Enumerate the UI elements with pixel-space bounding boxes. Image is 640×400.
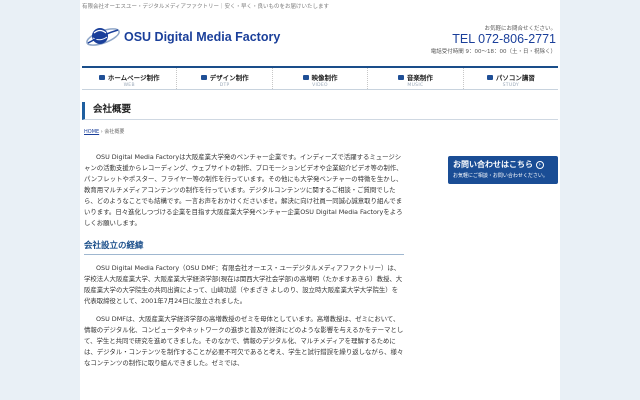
nav-sublabel: DTP xyxy=(219,83,230,88)
monitor-icon xyxy=(397,75,404,80)
nav-sublabel: MUSIC xyxy=(407,83,424,88)
nav-item-music[interactable]: 音楽制作 MUSIC xyxy=(368,68,464,89)
logo-text: OSU Digital Media Factory xyxy=(124,30,281,44)
history-paragraph-1: OSU Digital Media Factory（OSU DMF：有限会社オー… xyxy=(84,264,403,305)
monitor-icon xyxy=(486,75,493,80)
nav-item-video[interactable]: 映像制作 VIDEO xyxy=(273,68,369,89)
page-title-bar: 会社概要 xyxy=(82,102,558,120)
contact-subtitle: お気軽にご相談・お問い合わせください。 xyxy=(453,173,548,179)
nav-label: ホームページ制作 xyxy=(107,74,160,82)
page-title: 会社概要 xyxy=(93,104,132,115)
breadcrumb: HOME › 会社概要 xyxy=(84,128,124,135)
nav-item-dtp[interactable]: デザイン制作 DTP xyxy=(177,68,273,89)
contact-prompt: お気軽にお問合せください。 xyxy=(484,26,556,32)
breadcrumb-home-link[interactable]: HOME xyxy=(84,129,99,135)
history-paragraph-2: OSU DMFは、大阪産業大学経済学部の高増教授のゼミを母体としています。高増教… xyxy=(84,315,404,367)
arrow-right-icon: › xyxy=(535,161,544,169)
nav-label: 音楽制作 xyxy=(406,74,433,82)
nav-label: デザイン制作 xyxy=(209,74,249,82)
nav-item-study[interactable]: パソコン講習 STUDY xyxy=(464,68,558,89)
contact-button[interactable]: お問い合わせはこちら › お気軽にご相談・お問い合わせください。 xyxy=(448,156,558,184)
nav-label: 映像制作 xyxy=(311,74,338,82)
site-logo[interactable]: OSU Digital Media Factory xyxy=(84,24,280,50)
section-heading: 会社設立の経緯 xyxy=(84,239,404,255)
main-nav: ホームページ制作 WEB デザイン制作 DTP 映像制作 VIDEO 音楽制作 … xyxy=(82,66,558,90)
contact-title: お問い合わせはこちら xyxy=(453,160,533,169)
nav-label: パソコン講習 xyxy=(495,74,535,82)
globe-logo-icon xyxy=(84,24,122,50)
nav-sublabel: STUDY xyxy=(502,83,520,88)
header-contact: お気軽にお問合せください。 TEL 072-806-2771 電話受付時間 9：… xyxy=(431,24,556,55)
intro-paragraph: OSU Digital Media Factoryは大阪産業大学発のベンチャー企… xyxy=(84,153,403,227)
monitor-icon xyxy=(302,75,309,80)
nav-sublabel: WEB xyxy=(123,83,135,88)
monitor-icon xyxy=(200,75,207,80)
header-tagline: 有限会社オーエスユー・デジタルメディアファクトリー｜安く・早く・良いものをお届け… xyxy=(82,4,330,10)
phone-number[interactable]: TEL 072-806-2771 xyxy=(431,32,556,47)
nav-sublabel: VIDEO xyxy=(312,83,328,88)
main-content: OSU Digital Media Factoryは大阪産業大学発のベンチャー企… xyxy=(84,152,404,369)
nav-item-web[interactable]: ホームページ制作 WEB xyxy=(82,68,178,89)
business-hours: 電話受付時間 9：00～18：00（土・日・祝除く） xyxy=(430,49,556,55)
monitor-icon xyxy=(98,75,105,80)
breadcrumb-current: 会社概要 xyxy=(104,129,125,135)
